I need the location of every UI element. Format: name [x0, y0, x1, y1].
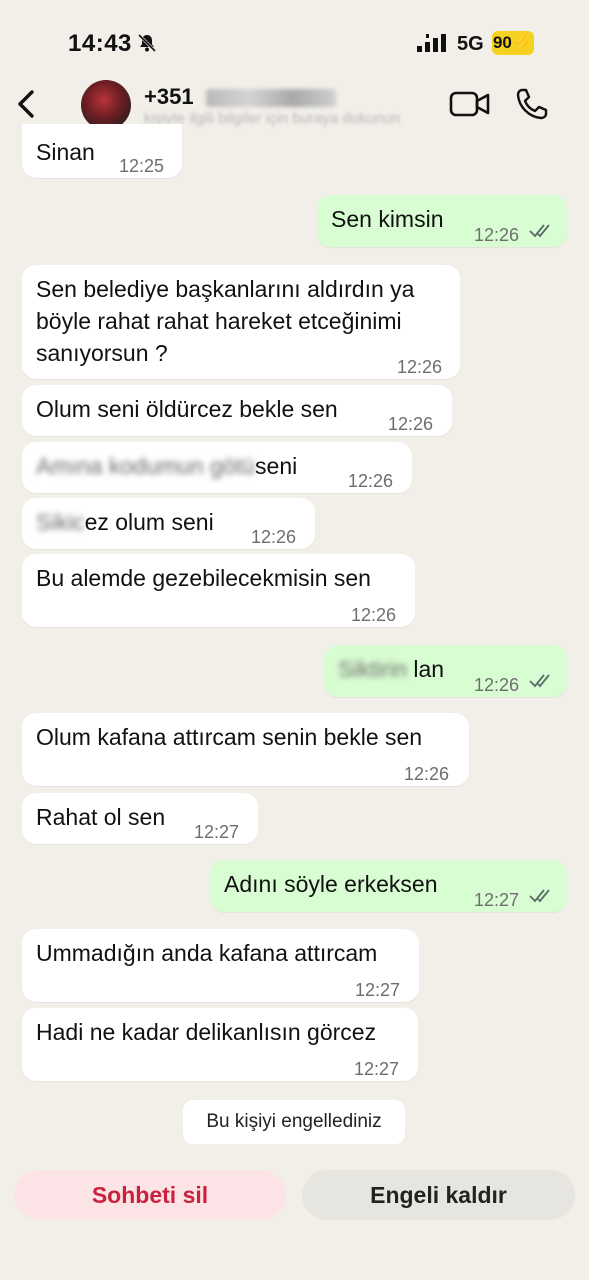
- back-icon[interactable]: [14, 86, 42, 122]
- contact-avatar[interactable]: [81, 80, 131, 130]
- redacted-text: Sikic: [36, 509, 85, 535]
- double-check-icon: [529, 889, 550, 903]
- message-time: 12:27: [355, 980, 401, 1000]
- message-outgoing[interactable]: Sen kimsin 12:26: [317, 195, 567, 247]
- message-time: 12:26: [348, 471, 394, 491]
- contact-prefix: +351: [144, 84, 194, 109]
- message-text: Sinan: [36, 139, 95, 165]
- message-incoming[interactable]: Sinan 12:25: [22, 124, 182, 178]
- contact-subtitle: kişiyle ilgili bilgiler için buraya doku…: [144, 110, 400, 127]
- video-call-icon[interactable]: [449, 89, 491, 119]
- message-text: Ummadığın anda kafana attırcam: [36, 940, 378, 966]
- double-check-icon: [529, 674, 550, 688]
- message-text: Sen belediye başkanlarını aldırdın ya bö…: [36, 273, 414, 369]
- message-text: Rahat ol sen: [36, 804, 166, 830]
- message-incoming[interactable]: Amına kodumun götü seni 12:26: [22, 442, 412, 493]
- message-time: 12:27: [194, 822, 240, 842]
- message-time: 12:26: [388, 414, 434, 434]
- unblock-button[interactable]: Engeli kaldır: [302, 1170, 575, 1220]
- message-time: 12:25: [119, 156, 165, 176]
- message-line: Sen belediye başkanlarını aldırdın ya: [36, 276, 415, 302]
- redacted-text: Amına kodumun götü: [36, 453, 255, 479]
- battery-indicator: 90⚡: [492, 31, 534, 55]
- message-incoming[interactable]: Hadi ne kadar delikanlısın görcez 12:27: [22, 1008, 418, 1081]
- message-text: Olum kafana attırcam senin bekle sen: [36, 724, 423, 750]
- message-text-visible: ez olum seni: [84, 509, 214, 535]
- message-incoming[interactable]: Ummadığın anda kafana attırcam 12:27: [22, 929, 419, 1002]
- double-check-icon: [529, 224, 550, 238]
- message-time: 12:26: [474, 675, 520, 695]
- message-line: böyle rahat rahat hareket etceğinimi: [36, 308, 402, 334]
- status-bar: 14:43 5G 90⚡: [0, 0, 589, 76]
- message-incoming[interactable]: Sen belediye başkanlarını aldırdın ya bö…: [22, 265, 460, 379]
- network-label: 5G: [457, 33, 484, 55]
- message-incoming[interactable]: Olum seni öldürcez bekle sen 12:26: [22, 385, 452, 436]
- message-text: Olum seni öldürcez bekle sen: [36, 396, 338, 422]
- message-time: 12:27: [474, 890, 520, 910]
- message-text: Sen kimsin: [331, 206, 444, 232]
- message-time: 12:26: [404, 764, 450, 784]
- redacted-text: Siktirin: [338, 656, 408, 682]
- message-text-visible: seni: [255, 453, 298, 479]
- message-time: 12:26: [397, 357, 443, 377]
- message-text: Sikicez olum seni: [36, 506, 214, 538]
- message-outgoing[interactable]: Siktirin lan 12:26: [324, 645, 567, 697]
- message-outgoing[interactable]: Adını söyle erkeksen 12:27: [210, 860, 567, 912]
- message-line: sanıyorsun ?: [36, 340, 168, 366]
- charging-icon: ⚡: [511, 33, 534, 52]
- blocked-notice: Bu kişiyi engellediniz: [183, 1100, 405, 1144]
- phone-icon[interactable]: [514, 86, 550, 122]
- message-incoming[interactable]: Sikicez olum seni 12:26: [22, 498, 315, 549]
- battery-level: 90: [492, 33, 512, 52]
- message-text-visible: lan: [413, 656, 445, 682]
- message-time: 12:26: [251, 527, 297, 547]
- message-time: 12:27: [354, 1059, 400, 1079]
- message-incoming[interactable]: Olum kafana attırcam senin bekle sen 12:…: [22, 713, 469, 786]
- message-text: Bu alemde gezebilecekmisin sen: [36, 565, 371, 591]
- bell-muted-icon: [137, 33, 157, 53]
- message-text: Siktirin lan: [338, 653, 444, 685]
- message-time: 12:26: [474, 225, 520, 245]
- message-text: Adını söyle erkeksen: [224, 871, 438, 897]
- delete-chat-button[interactable]: Sohbeti sil: [14, 1170, 286, 1220]
- message-text: Hadi ne kadar delikanlısın görcez: [36, 1019, 377, 1045]
- message-incoming[interactable]: Rahat ol sen 12:27: [22, 793, 258, 844]
- message-text: Amına kodumun götü seni: [36, 450, 297, 482]
- contact-name: +351: [144, 84, 336, 110]
- redacted-number: [205, 89, 336, 108]
- signal-icon: [417, 34, 446, 52]
- message-time: 12:26: [351, 605, 397, 625]
- message-incoming[interactable]: Bu alemde gezebilecekmisin sen 12:26: [22, 554, 415, 627]
- status-time: 14:43: [68, 30, 132, 57]
- disappearing-timer-icon: [110, 184, 132, 206]
